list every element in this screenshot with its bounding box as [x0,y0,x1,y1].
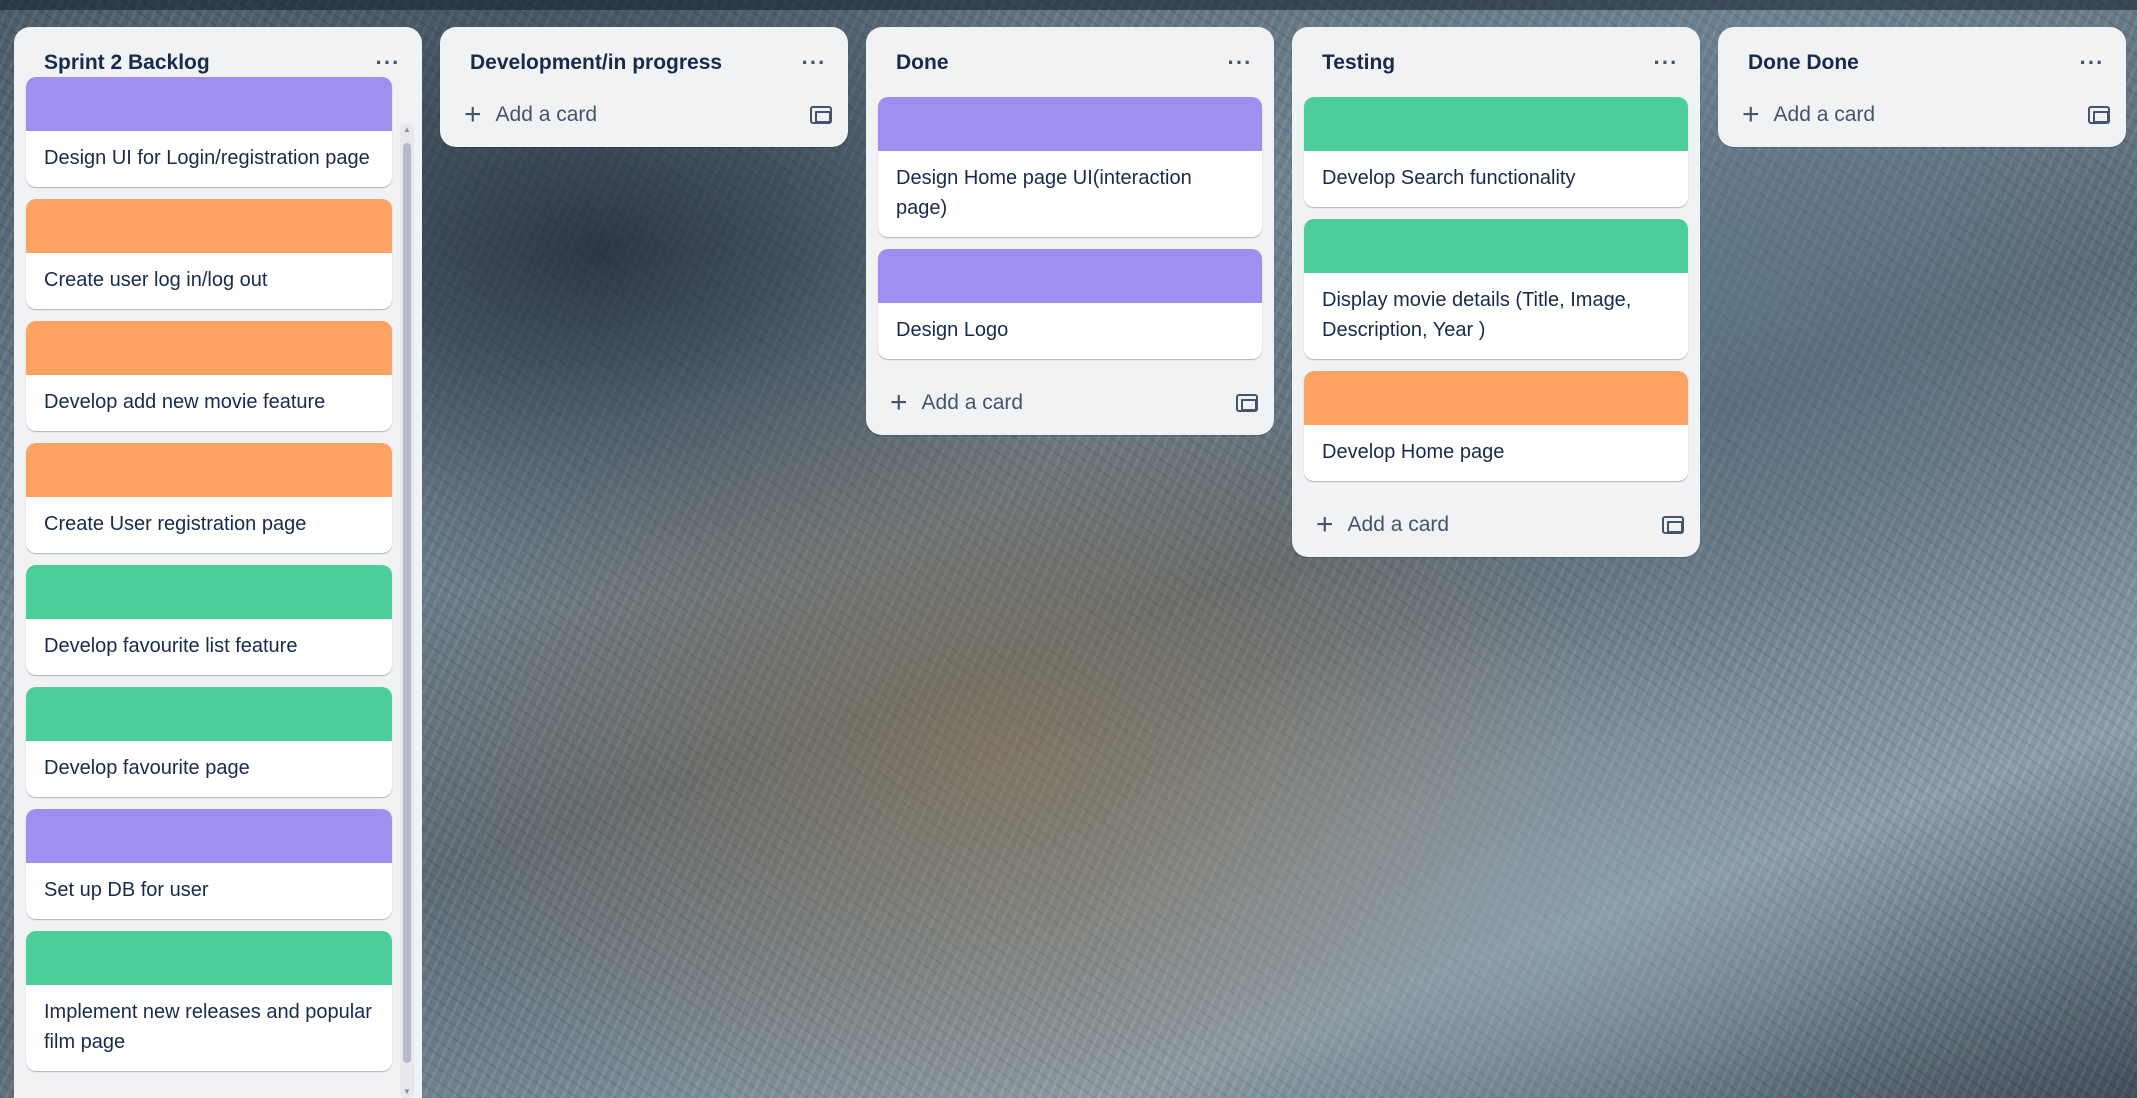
scroll-thumb[interactable] [403,143,411,1063]
card-list: Design UI for Login/registration page Cr… [14,77,422,1071]
card-template-icon[interactable] [810,106,832,124]
card-title: Create user log in/log out [44,269,268,291]
card-title: Develop Home page [1322,441,1505,463]
card-title: Develop Search functionality [1322,167,1576,189]
card-cover [1304,371,1688,425]
card-cover [26,931,392,985]
plus-icon: + [890,386,908,419]
add-card-button[interactable]: + Add a card [440,83,848,147]
card-list: Develop Search functionality Display mov… [1292,97,1700,481]
card[interactable]: Develop Home page [1304,371,1688,481]
add-card-label: Add a card [1773,103,1876,126]
card-title: Create User registration page [44,513,307,535]
add-card-label: Add a card [921,391,1024,414]
card-cover [26,77,392,131]
card-cover [26,565,392,619]
list-title[interactable]: Testing [1322,51,1395,75]
card[interactable]: Create User registration page [26,443,392,553]
card[interactable]: Create user log in/log out [26,199,392,309]
card-cover [1304,97,1688,151]
card-template-icon[interactable] [2088,106,2110,124]
card-template-icon[interactable] [1662,516,1684,534]
card-cover [878,97,1262,151]
scroll-up-arrow-icon[interactable]: ▲ [400,123,414,137]
card[interactable]: Design Logo [878,249,1262,359]
board-top-bar [0,0,2137,10]
card-title: Set up DB for user [44,879,209,901]
card[interactable]: Develop favourite list feature [26,565,392,675]
list-title[interactable]: Done Done [1748,51,1859,75]
scroll-down-arrow-icon[interactable]: ▼ [400,1085,414,1098]
plus-icon: + [464,98,482,131]
ellipsis-icon[interactable]: ··· [1646,43,1686,83]
card-cover [26,321,392,375]
add-card-button[interactable]: + Add a card [1718,83,2126,147]
card-cover [26,809,392,863]
card[interactable]: Develop add new movie feature [26,321,392,431]
ellipsis-icon[interactable]: ··· [1220,43,1260,83]
card[interactable]: Design UI for Login/registration page [26,77,392,187]
card[interactable]: Implement new releases and popular film … [26,931,392,1071]
card-title: Develop favourite list feature [44,635,298,657]
card[interactable]: Display movie details (Title, Image, Des… [1304,219,1688,359]
add-card-button[interactable]: + Add a card [866,371,1274,435]
list-header: Done ··· [866,27,1274,99]
add-card-label: Add a card [495,103,598,126]
card-cover [1304,219,1688,273]
card-cover [26,687,392,741]
card-title: Develop add new movie feature [44,391,326,413]
list-scrollbar[interactable]: ▲ ▼ [400,123,414,1098]
card-cover [878,249,1262,303]
ellipsis-icon[interactable]: ··· [794,43,834,83]
list-done: Done ··· Design Home page UI(interaction… [866,27,1274,435]
card-cover [26,443,392,497]
card-cover [26,199,392,253]
list-title[interactable]: Development/in progress [470,51,722,75]
card-title: Design Logo [896,319,1009,341]
list-title[interactable]: Sprint 2 Backlog [44,51,210,75]
card-title: Display movie details (Title, Image, Des… [1322,289,1632,341]
card[interactable]: Design Home page UI(interaction page) [878,97,1262,237]
list-title[interactable]: Done [896,51,949,75]
card-title: Develop favourite page [44,757,250,779]
card[interactable]: Develop Search functionality [1304,97,1688,207]
card-list: Design Home page UI(interaction page) De… [866,97,1274,359]
ellipsis-icon[interactable]: ··· [2072,43,2112,83]
add-card-label: Add a card [1347,513,1450,536]
card-template-icon[interactable] [1236,394,1258,412]
list-sprint-2-backlog: Sprint 2 Backlog ··· Design UI for Login… [14,27,422,1098]
card[interactable]: Develop favourite page [26,687,392,797]
card-title: Design UI for Login/registration page [44,147,370,169]
card-title: Implement new releases and popular film … [44,1001,372,1053]
list-testing: Testing ··· Develop Search functionality… [1292,27,1700,557]
card-title: Design Home page UI(interaction page) [896,167,1192,219]
ellipsis-icon[interactable]: ··· [368,43,408,83]
list-done-done: Done Done ··· + Add a card [1718,27,2126,147]
list-development-in-progress: Development/in progress ··· + Add a card [440,27,848,147]
add-card-button[interactable]: + Add a card [1292,493,1700,557]
board-canvas: Sprint 2 Backlog ··· Design UI for Login… [0,0,2137,1098]
card[interactable]: Set up DB for user [26,809,392,919]
plus-icon: + [1316,508,1334,541]
plus-icon: + [1742,98,1760,131]
list-header: Testing ··· [1292,27,1700,99]
